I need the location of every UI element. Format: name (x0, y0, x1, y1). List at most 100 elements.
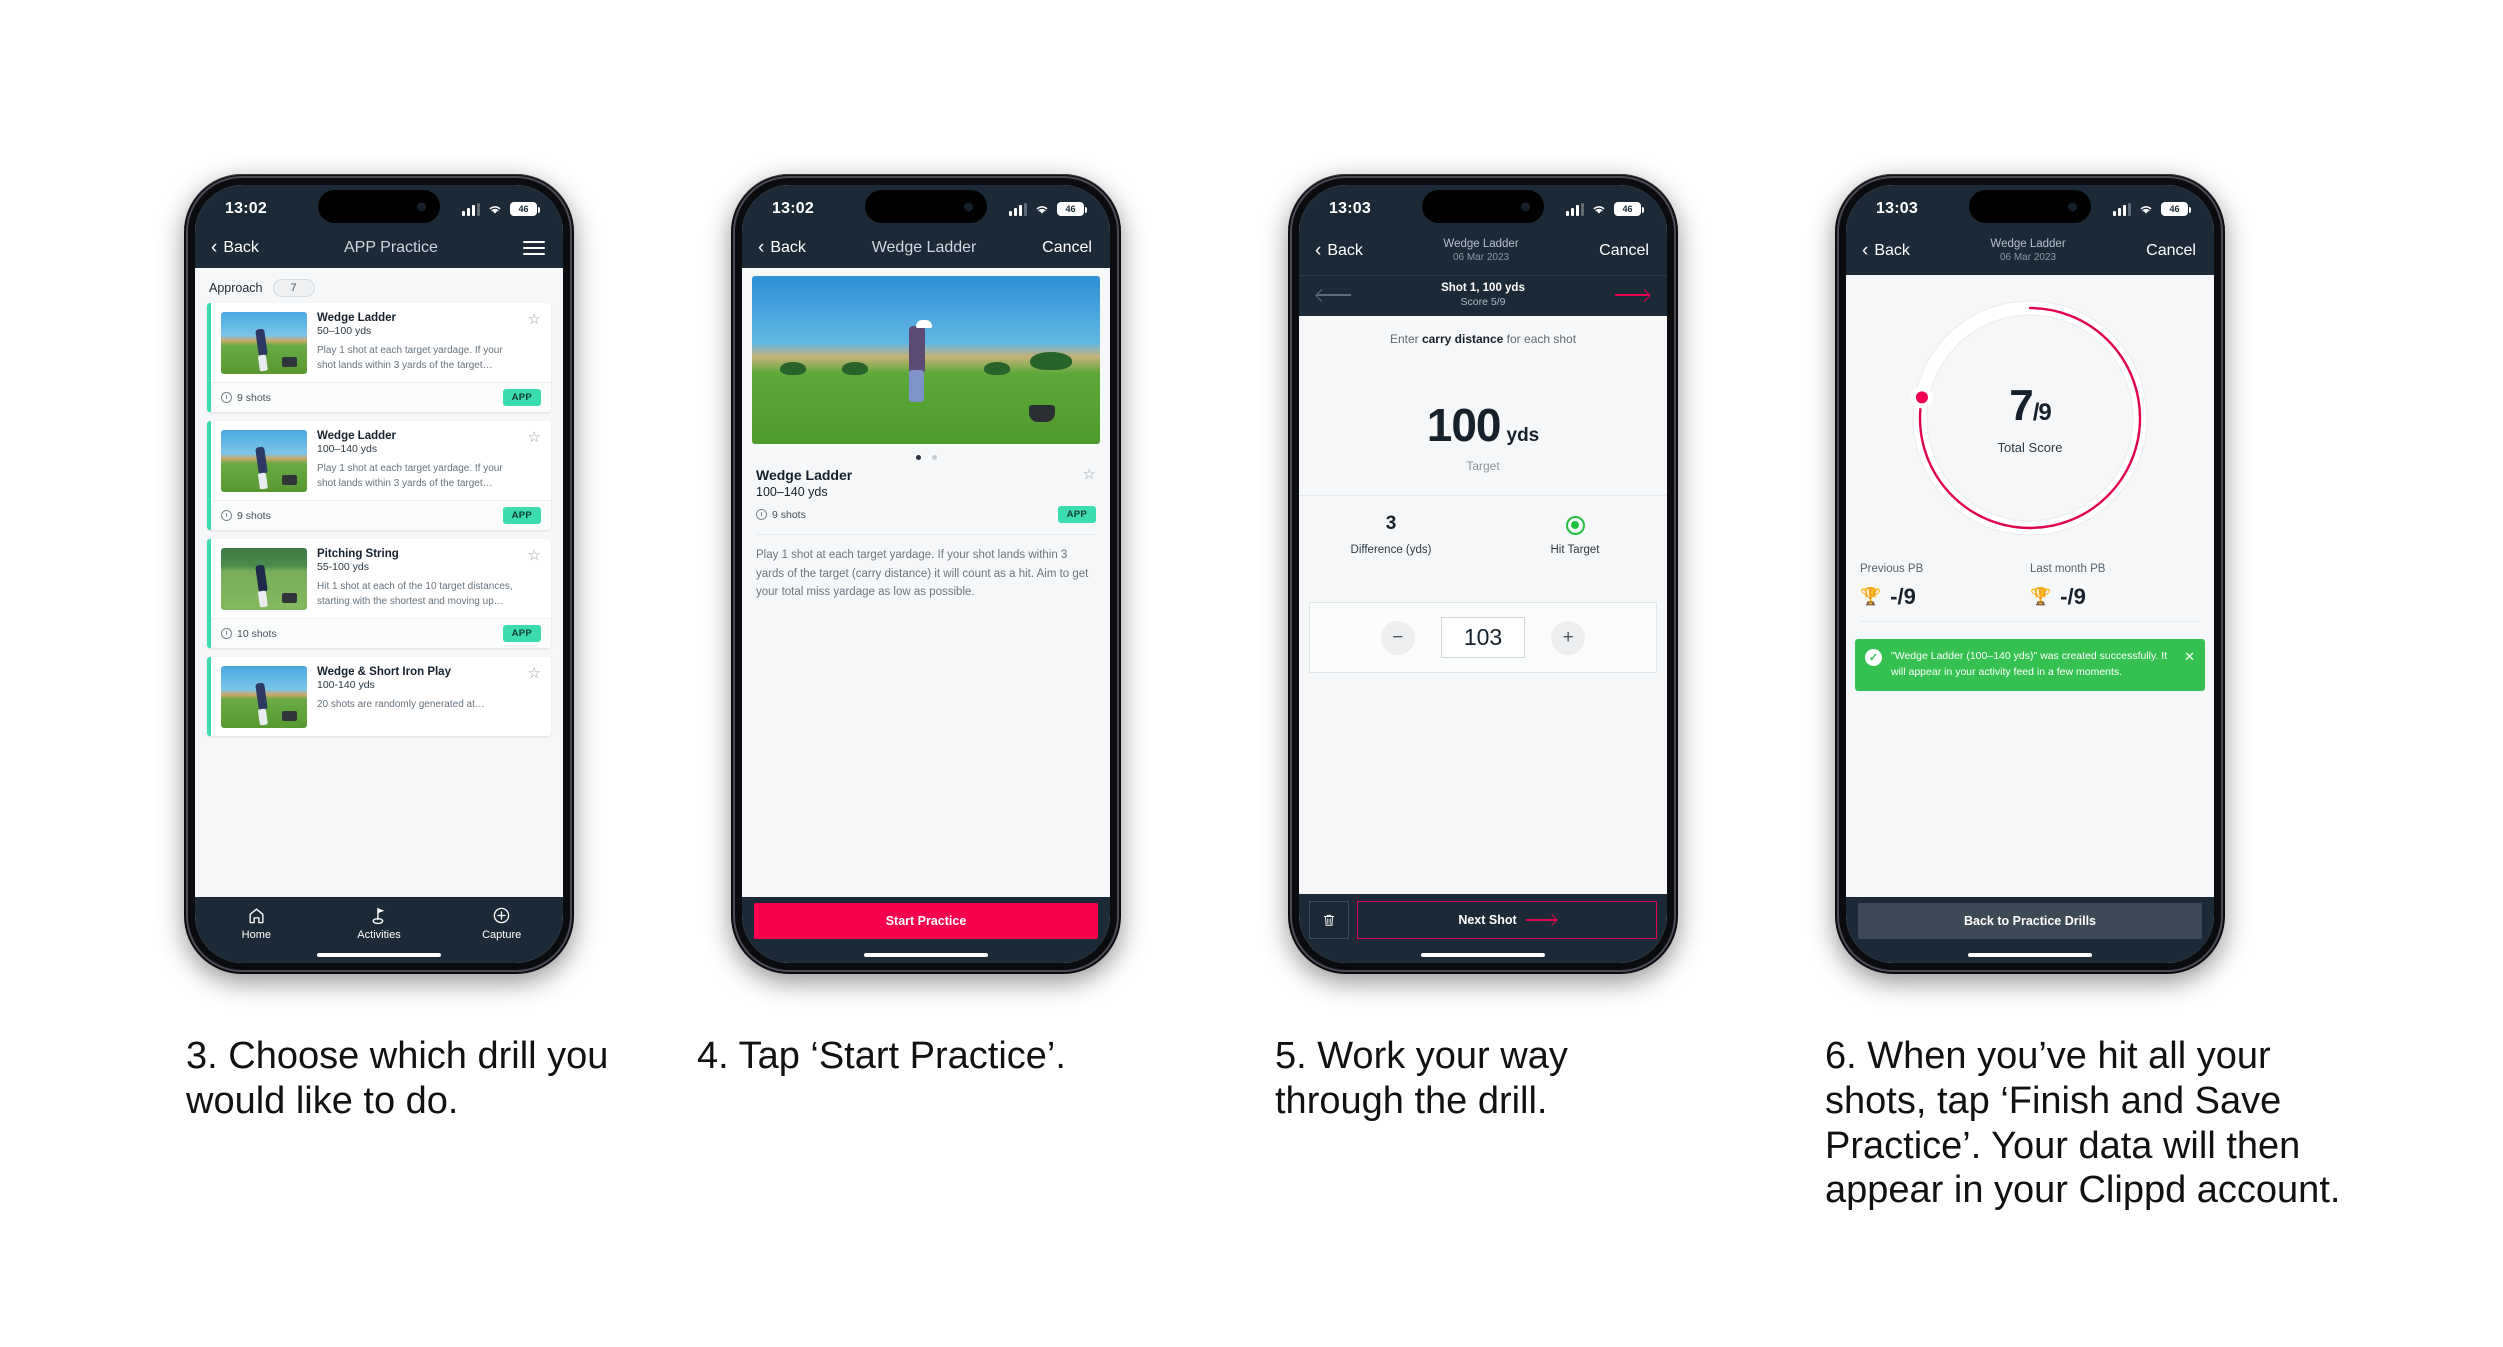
phone-summary: 13:03 46 ‹ Back Wedge Ladder 06 Mar 2023… (1835, 174, 2225, 974)
target-unit: yds (1506, 425, 1540, 447)
previous-shot-arrow-icon[interactable] (1317, 288, 1351, 302)
favorite-star-icon[interactable]: ☆ (528, 312, 541, 374)
page-title: APP Practice (343, 238, 438, 256)
cancel-button[interactable]: Cancel (1042, 239, 1092, 257)
drill-thumbnail (221, 666, 307, 728)
cellular-signal-icon (1009, 202, 1027, 216)
status-time: 13:03 (1876, 200, 1918, 217)
caption-step-4: 4. Tap ‘Start Practice’. (697, 1035, 1066, 1077)
drill-description: Play 1 shot at each target yardage. If y… (756, 549, 1089, 599)
shot-label: Shot 1, 100 yds (1441, 281, 1525, 294)
favorite-star-icon[interactable]: ☆ (528, 548, 541, 610)
drill-description: Play 1 shot at each target yardage. If y… (317, 345, 503, 371)
next-shot-button[interactable]: Next Shot (1357, 901, 1657, 939)
category-count-badge[interactable]: 7 (272, 279, 315, 297)
battery-icon: 46 (1057, 202, 1087, 216)
drill-category-tag: APP (502, 507, 541, 524)
distance-input[interactable]: 103 (1440, 617, 1526, 659)
status-indicators: 46 (2113, 202, 2191, 216)
cellular-signal-icon (462, 202, 480, 216)
cellular-signal-icon (1566, 202, 1584, 216)
drill-card-meta: Wedge Ladder 50–100 yds Play 1 shot at e… (317, 312, 518, 374)
drill-title: Wedge Ladder (317, 430, 397, 442)
drill-thumbnail (221, 430, 307, 492)
stat-hit-target: Hit Target (1483, 513, 1667, 556)
page-title: Wedge Ladder 06 Mar 2023 (1443, 238, 1518, 264)
drill-card-top: Wedge Ladder 50–100 yds Play 1 shot at e… (211, 303, 551, 382)
arrow-right-icon (1525, 915, 1556, 925)
drill-card[interactable]: Wedge Ladder 50–100 yds Play 1 shot at e… (207, 303, 551, 412)
carousel-dots[interactable] (742, 444, 1110, 467)
increment-button[interactable]: + (1551, 620, 1586, 655)
menu-icon[interactable] (523, 240, 545, 255)
drill-card[interactable]: Pitching String 55-100 yds Hit 1 shot at… (207, 539, 551, 648)
back-button[interactable]: ‹ Back (1315, 241, 1363, 260)
drill-yardage: 100–140 yds (317, 443, 378, 455)
status-time: 13:02 (225, 200, 267, 217)
cellular-signal-icon (2113, 202, 2131, 216)
battery-level: 46 (518, 204, 529, 214)
tab-home[interactable]: Home (195, 906, 318, 941)
favorite-star-icon[interactable]: ☆ (1083, 467, 1096, 482)
cancel-button[interactable]: Cancel (2146, 242, 2196, 260)
last-month-pb: Last month PB 🏆 -/9 (2030, 563, 2200, 610)
tab-capture[interactable]: Capture (440, 906, 563, 941)
decrement-button[interactable]: − (1380, 620, 1415, 655)
drill-shots-label: 9 shots (237, 391, 271, 404)
drill-card[interactable]: Wedge & Short Iron Play 100-140 yds 20 s… (207, 657, 551, 736)
drill-thumbnail (221, 312, 307, 374)
home-indicator (1846, 947, 2214, 963)
cta-container: Start Practice (742, 897, 1110, 947)
plus-circle-icon (493, 907, 510, 924)
chevron-left-icon: ‹ (211, 237, 218, 258)
front-camera-icon (1521, 202, 1530, 211)
caption-step-3: 3. Choose which drill you would like to … (186, 1035, 609, 1122)
golf-flag-icon (371, 907, 384, 925)
screen: 13:02 46 ‹ Back APP Practice Approach 7 … (195, 185, 563, 963)
shot-stats: 3 Difference (yds) Hit Target (1299, 495, 1667, 556)
favorite-star-icon[interactable]: ☆ (528, 666, 541, 728)
back-button[interactable]: ‹ Back (211, 238, 259, 257)
status-indicators: 46 (1566, 202, 1644, 216)
next-shot-arrow-icon[interactable] (1614, 288, 1649, 302)
tab-activities[interactable]: Activities (318, 906, 441, 941)
drill-meta-row: 9 shots APP (756, 506, 1096, 523)
category-label: Approach (209, 281, 263, 295)
phone-shot-entry: 13:03 46 ‹ Back Wedge Ladder 06 Mar 2023… (1288, 174, 1678, 974)
target-distance: 100 yds Target (1299, 346, 1667, 473)
drill-card[interactable]: Wedge Ladder 100–140 yds Play 1 shot at … (207, 421, 551, 530)
page-title-date: 06 Mar 2023 (1452, 251, 1510, 263)
cancel-button[interactable]: Cancel (1599, 242, 1649, 260)
battery-icon: 46 (2161, 202, 2191, 216)
shot-info: Shot 1, 100 yds Score 5/9 (1441, 281, 1525, 310)
front-camera-icon (417, 202, 426, 211)
close-icon[interactable]: ✕ (2184, 649, 2195, 665)
last-month-pb-value-row: 🏆 -/9 (2030, 584, 2200, 610)
toast-message: "Wedge Ladder (100–140 yds)" was created… (1891, 649, 2168, 678)
drill-description: Play 1 shot at each target yardage. If y… (317, 463, 503, 489)
dot-inactive (931, 455, 937, 460)
page-title: Wedge Ladder (871, 238, 977, 256)
back-button[interactable]: ‹ Back (758, 238, 806, 257)
favorite-star-icon[interactable]: ☆ (528, 430, 541, 492)
difference-label: Difference (yds) (1350, 544, 1432, 557)
back-button[interactable]: ‹ Back (1862, 241, 1910, 260)
back-to-practice-drills-button[interactable]: Back to Practice Drills (1858, 903, 2202, 939)
summary-body: 7/9 Total Score Previous PB 🏆 -/9 Last m… (1846, 274, 2214, 897)
wifi-icon (1591, 203, 1607, 215)
drill-list-body: Approach 7 Wedge Ladder 50–100 yds Play … (195, 268, 563, 897)
dynamic-island (1969, 190, 2091, 223)
last-month-pb-label: Last month PB (2030, 562, 2106, 575)
page-title-date: 06 Mar 2023 (1999, 251, 2057, 263)
battery-level: 46 (1065, 204, 1076, 214)
status-bar: 13:03 46 (1846, 185, 2214, 231)
tab-bar: Home Activities Capture (195, 897, 563, 947)
wifi-icon (2138, 203, 2154, 215)
delete-shot-button[interactable] (1309, 901, 1349, 939)
drill-title-row: Wedge Ladder 100–140 yds ☆ (756, 467, 1096, 499)
previous-pb-label: Previous PB (1860, 562, 1924, 575)
home-indicator (1299, 947, 1667, 963)
drill-card-meta: Wedge & Short Iron Play 100-140 yds 20 s… (317, 666, 518, 728)
start-practice-button[interactable]: Start Practice (754, 903, 1098, 939)
battery-level: 46 (2169, 204, 2180, 214)
